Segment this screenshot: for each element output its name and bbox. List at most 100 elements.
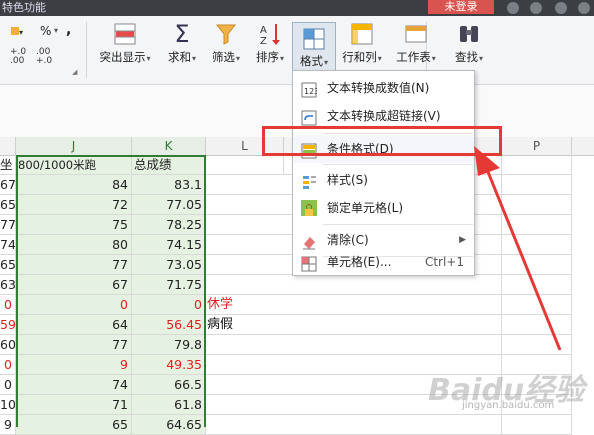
cell[interactable] bbox=[284, 415, 502, 435]
currency-format-icon[interactable]: ▾ bbox=[10, 24, 26, 40]
comma-button[interactable]: , bbox=[66, 22, 71, 38]
cell[interactable]: 0 bbox=[0, 375, 16, 395]
cell[interactable]: 49.35 bbox=[132, 355, 206, 375]
cell[interactable]: 79.8 bbox=[132, 335, 206, 355]
cell[interactable]: 59 bbox=[0, 315, 16, 335]
settings-icon[interactable] bbox=[555, 2, 567, 14]
binoculars-icon bbox=[457, 22, 481, 46]
dialog-launcher-icon[interactable]: ◢ bbox=[72, 68, 77, 76]
ribbon-separator bbox=[86, 22, 87, 78]
format-button[interactable]: 格式▾ bbox=[292, 22, 336, 74]
menu-item-text-to-number[interactable]: 123 文本转换成数值(N) bbox=[293, 74, 474, 102]
cell[interactable]: 65 bbox=[0, 195, 16, 215]
cell[interactable]: 72 bbox=[16, 195, 132, 215]
cell[interactable]: 0 bbox=[0, 355, 16, 375]
table-row: 9 65 64.65 bbox=[0, 415, 594, 435]
find-label: 查找 bbox=[454, 50, 478, 64]
note-cell[interactable] bbox=[206, 195, 284, 215]
row-column-icon bbox=[350, 22, 374, 46]
menu-item-label: 锁定单元格(L) bbox=[327, 201, 404, 215]
column-header-j[interactable]: J bbox=[16, 137, 132, 155]
note-cell[interactable] bbox=[206, 235, 284, 255]
cell[interactable]: 73.05 bbox=[132, 255, 206, 275]
highlight-icon bbox=[113, 22, 137, 46]
cell[interactable]: 坐 bbox=[0, 155, 16, 175]
login-button[interactable]: 未登录 bbox=[428, 0, 494, 14]
cell[interactable]: 80 bbox=[16, 235, 132, 255]
note-cell[interactable] bbox=[206, 255, 284, 275]
cell[interactable]: 800/1000米跑 bbox=[16, 155, 132, 175]
highlight-button[interactable]: 突出显示▾ bbox=[94, 22, 156, 65]
note-cell[interactable] bbox=[206, 175, 284, 195]
note-cell[interactable] bbox=[206, 415, 284, 435]
decrease-decimal-icon[interactable]: .00 +.0 bbox=[36, 48, 52, 66]
cell[interactable]: 64 bbox=[16, 315, 132, 335]
cell[interactable]: 83.1 bbox=[132, 175, 206, 195]
cell[interactable]: 84 bbox=[16, 175, 132, 195]
highlight-label: 突出显示 bbox=[99, 50, 146, 64]
svg-text:▾: ▾ bbox=[19, 28, 23, 37]
note-cell[interactable]: 病假 bbox=[206, 315, 284, 335]
cell[interactable]: 65 bbox=[16, 415, 132, 435]
cell[interactable]: 56.45 bbox=[132, 315, 206, 335]
cell[interactable]: 0 bbox=[0, 295, 16, 315]
note-cell[interactable] bbox=[206, 275, 284, 295]
chevron-down-icon[interactable]: ▾ bbox=[54, 26, 58, 35]
sum-button[interactable]: Σ 求和▾ bbox=[162, 22, 202, 65]
cell[interactable]: 77 bbox=[16, 255, 132, 275]
note-cell[interactable] bbox=[206, 375, 284, 395]
cell[interactable]: 67 bbox=[0, 175, 16, 195]
chevron-down-icon: ▾ bbox=[235, 54, 240, 63]
cell[interactable]: 65 bbox=[0, 255, 16, 275]
cell[interactable]: 0 bbox=[132, 295, 206, 315]
column-header-i[interactable] bbox=[0, 137, 16, 155]
app-title: 特色功能 bbox=[2, 1, 46, 14]
cell[interactable]: 60 bbox=[0, 335, 16, 355]
note-cell[interactable] bbox=[206, 395, 284, 415]
cell[interactable]: 9 bbox=[0, 415, 16, 435]
skin-icon[interactable] bbox=[507, 2, 519, 14]
menu-item-label: 文本转换成数值(N) bbox=[327, 81, 430, 95]
percent-button[interactable]: % bbox=[40, 24, 51, 38]
cell[interactable]: 71 bbox=[16, 395, 132, 415]
menu-item-label: 样式(S) bbox=[327, 173, 368, 187]
filter-button[interactable]: 筛选▾ bbox=[206, 22, 246, 65]
sheet-button[interactable]: 工作表▾ bbox=[392, 22, 440, 65]
note-cell[interactable] bbox=[206, 355, 284, 375]
cell[interactable]: 74.15 bbox=[132, 235, 206, 255]
find-button[interactable]: 查找▾ bbox=[448, 22, 490, 65]
sort-button[interactable]: AZ 排序▾ bbox=[250, 22, 290, 65]
cell[interactable] bbox=[502, 415, 572, 435]
cell[interactable]: 74 bbox=[0, 235, 16, 255]
cell[interactable]: 10 bbox=[0, 395, 16, 415]
cell[interactable]: 71.75 bbox=[132, 275, 206, 295]
cell[interactable]: 67 bbox=[16, 275, 132, 295]
cell[interactable]: 74 bbox=[16, 375, 132, 395]
cell[interactable]: 63 bbox=[0, 275, 16, 295]
cell[interactable]: 77 bbox=[16, 335, 132, 355]
note-cell[interactable]: 休学 bbox=[206, 295, 284, 315]
chevron-down-icon: ▾ bbox=[146, 54, 151, 63]
note-cell[interactable] bbox=[206, 335, 284, 355]
increase-decimal-icon[interactable]: +.0.00 bbox=[10, 48, 26, 66]
cell[interactable]: 77 bbox=[0, 215, 16, 235]
lock-icon bbox=[301, 200, 317, 216]
chevron-down-icon: ▾ bbox=[279, 54, 284, 63]
rowcol-button[interactable]: 行和列▾ bbox=[340, 22, 384, 65]
cell[interactable]: 总成绩 bbox=[132, 155, 206, 175]
cell[interactable]: 75 bbox=[16, 215, 132, 235]
watermark-url: jingyan.baidu.com bbox=[462, 400, 555, 411]
cell[interactable] bbox=[206, 155, 284, 175]
help-icon[interactable] bbox=[530, 2, 542, 14]
cell[interactable]: 66.5 bbox=[132, 375, 206, 395]
note-cell[interactable] bbox=[206, 215, 284, 235]
text-to-number-icon: 123 bbox=[301, 80, 319, 98]
cell[interactable]: 0 bbox=[16, 295, 132, 315]
cell[interactable]: 77.05 bbox=[132, 195, 206, 215]
cell[interactable]: 64.65 bbox=[132, 415, 206, 435]
menu-icon[interactable] bbox=[578, 2, 590, 14]
cell[interactable]: 9 bbox=[16, 355, 132, 375]
cell[interactable]: 78.25 bbox=[132, 215, 206, 235]
column-header-k[interactable]: K bbox=[132, 137, 206, 155]
cell[interactable]: 61.8 bbox=[132, 395, 206, 415]
